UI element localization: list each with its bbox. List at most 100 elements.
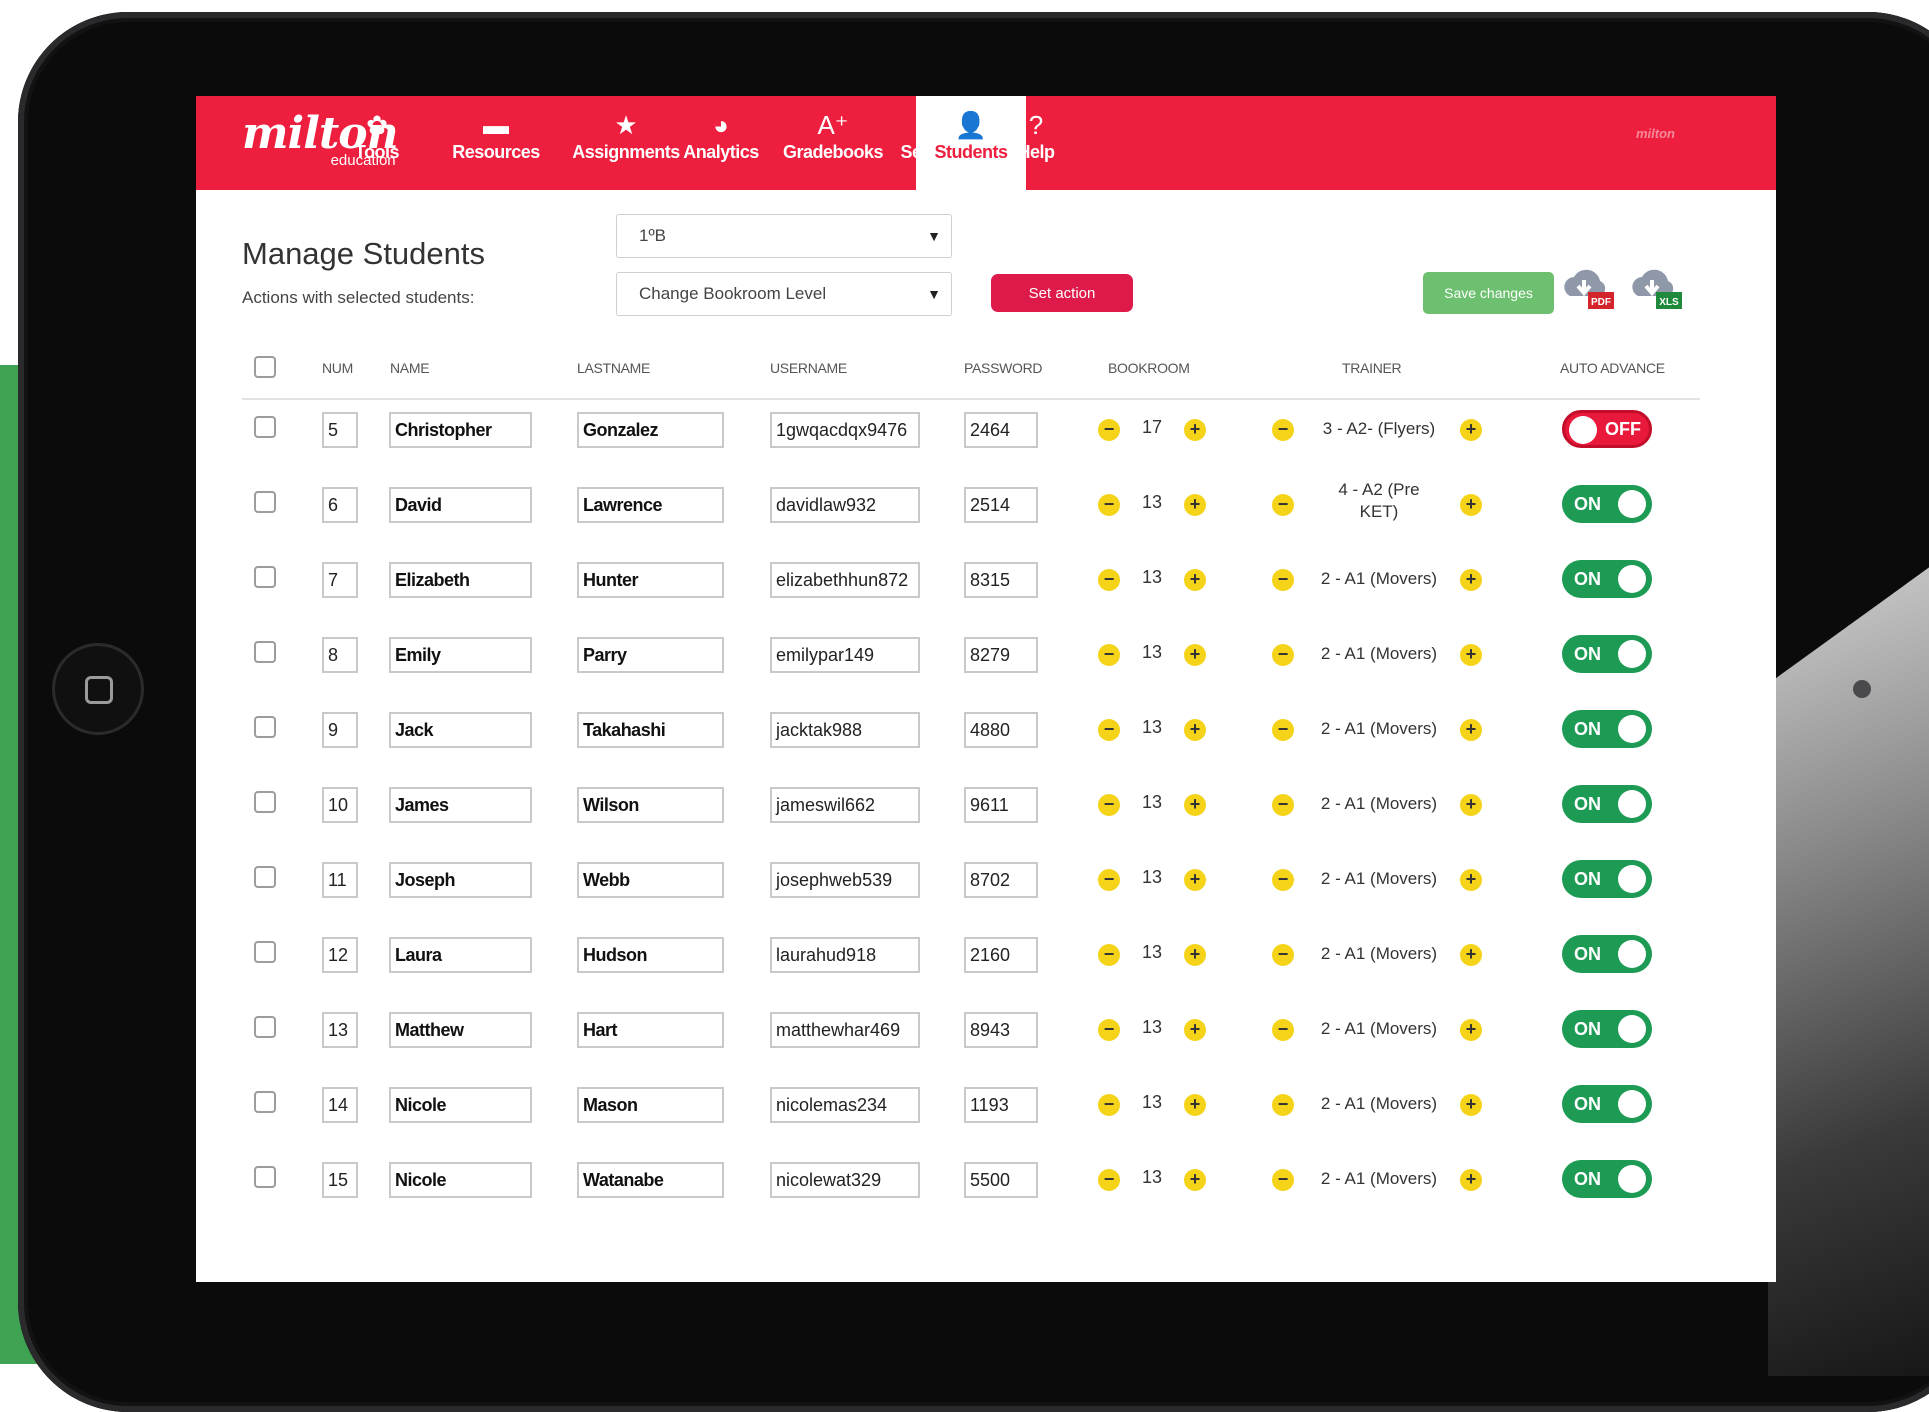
nav-assignments[interactable]: ★ Assignments	[566, 110, 686, 190]
num-field[interactable]: 7	[322, 562, 358, 598]
trainer-plus-icon[interactable]: +	[1460, 944, 1482, 966]
trainer-plus-icon[interactable]: +	[1460, 569, 1482, 591]
trainer-minus-icon[interactable]: −	[1272, 1094, 1294, 1116]
action-select[interactable]: Change Bookroom Level ▼	[616, 272, 952, 316]
lastname-field[interactable]: Hart	[577, 1012, 724, 1048]
username-field[interactable]: emilypar149	[770, 637, 920, 673]
auto-advance-toggle[interactable]: ON	[1562, 1010, 1652, 1048]
num-field[interactable]: 14	[322, 1087, 358, 1123]
trainer-minus-icon[interactable]: −	[1272, 494, 1294, 516]
bookroom-plus-icon[interactable]: +	[1184, 1169, 1206, 1191]
nav-help[interactable]: ? Help	[1006, 110, 1066, 190]
bookroom-plus-icon[interactable]: +	[1184, 794, 1206, 816]
bookroom-plus-icon[interactable]: +	[1184, 419, 1206, 441]
bookroom-minus-icon[interactable]: −	[1098, 644, 1120, 666]
password-field[interactable]: 2160	[964, 937, 1038, 973]
username-field[interactable]: nicolewat329	[770, 1162, 920, 1198]
lastname-field[interactable]: Hudson	[577, 937, 724, 973]
nav-resources[interactable]: ▬ Resources	[451, 110, 541, 190]
nav-gradebooks[interactable]: A⁺ Gradebooks	[778, 110, 888, 190]
name-field[interactable]: David	[389, 487, 532, 523]
name-field[interactable]: Christopher	[389, 412, 532, 448]
save-changes-button[interactable]: Save changes	[1423, 272, 1554, 314]
auto-advance-toggle[interactable]: ON	[1562, 485, 1652, 523]
lastname-field[interactable]: Gonzalez	[577, 412, 724, 448]
row-checkbox[interactable]	[254, 941, 276, 963]
password-field[interactable]: 8943	[964, 1012, 1038, 1048]
bookroom-plus-icon[interactable]: +	[1184, 869, 1206, 891]
trainer-minus-icon[interactable]: −	[1272, 944, 1294, 966]
name-field[interactable]: James	[389, 787, 532, 823]
row-checkbox[interactable]	[254, 416, 276, 438]
name-field[interactable]: Joseph	[389, 862, 532, 898]
download-xls-icon[interactable]: XLS	[1628, 266, 1684, 312]
bookroom-plus-icon[interactable]: +	[1184, 944, 1206, 966]
bookroom-plus-icon[interactable]: +	[1184, 644, 1206, 666]
password-field[interactable]: 9611	[964, 787, 1038, 823]
trainer-plus-icon[interactable]: +	[1460, 644, 1482, 666]
trainer-plus-icon[interactable]: +	[1460, 1019, 1482, 1041]
bookroom-minus-icon[interactable]: −	[1098, 494, 1120, 516]
name-field[interactable]: Emily	[389, 637, 532, 673]
auto-advance-toggle[interactable]: OFF	[1562, 410, 1652, 448]
lastname-field[interactable]: Webb	[577, 862, 724, 898]
password-field[interactable]: 8702	[964, 862, 1038, 898]
select-all-checkbox[interactable]	[254, 356, 276, 378]
lastname-field[interactable]: Takahashi	[577, 712, 724, 748]
auto-advance-toggle[interactable]: ON	[1562, 860, 1652, 898]
bookroom-minus-icon[interactable]: −	[1098, 794, 1120, 816]
bookroom-plus-icon[interactable]: +	[1184, 1094, 1206, 1116]
auto-advance-toggle[interactable]: ON	[1562, 560, 1652, 598]
name-field[interactable]: Nicole	[389, 1087, 532, 1123]
password-field[interactable]: 5500	[964, 1162, 1038, 1198]
bookroom-plus-icon[interactable]: +	[1184, 494, 1206, 516]
bookroom-minus-icon[interactable]: −	[1098, 569, 1120, 591]
name-field[interactable]: Elizabeth	[389, 562, 532, 598]
row-checkbox[interactable]	[254, 1166, 276, 1188]
lastname-field[interactable]: Lawrence	[577, 487, 724, 523]
auto-advance-toggle[interactable]: ON	[1562, 710, 1652, 748]
name-field[interactable]: Jack	[389, 712, 532, 748]
username-field[interactable]: davidlaw932	[770, 487, 920, 523]
num-field[interactable]: 11	[322, 862, 358, 898]
username-field[interactable]: josephweb539	[770, 862, 920, 898]
username-field[interactable]: elizabethhun872	[770, 562, 920, 598]
lastname-field[interactable]: Wilson	[577, 787, 724, 823]
class-select[interactable]: 1ºB ▼	[616, 214, 952, 258]
username-field[interactable]: matthewhar469	[770, 1012, 920, 1048]
row-checkbox[interactable]	[254, 566, 276, 588]
username-field[interactable]: jacktak988	[770, 712, 920, 748]
password-field[interactable]: 4880	[964, 712, 1038, 748]
trainer-plus-icon[interactable]: +	[1460, 419, 1482, 441]
row-checkbox[interactable]	[254, 866, 276, 888]
trainer-minus-icon[interactable]: −	[1272, 569, 1294, 591]
trainer-minus-icon[interactable]: −	[1272, 719, 1294, 741]
auto-advance-toggle[interactable]: ON	[1562, 635, 1652, 673]
row-checkbox[interactable]	[254, 1091, 276, 1113]
trainer-minus-icon[interactable]: −	[1272, 794, 1294, 816]
trainer-plus-icon[interactable]: +	[1460, 794, 1482, 816]
trainer-plus-icon[interactable]: +	[1460, 494, 1482, 516]
num-field[interactable]: 12	[322, 937, 358, 973]
set-action-button[interactable]: Set action	[991, 274, 1133, 312]
trainer-minus-icon[interactable]: −	[1272, 869, 1294, 891]
bookroom-minus-icon[interactable]: −	[1098, 1094, 1120, 1116]
home-button[interactable]	[52, 643, 144, 735]
trainer-plus-icon[interactable]: +	[1460, 1169, 1482, 1191]
trainer-plus-icon[interactable]: +	[1460, 719, 1482, 741]
bookroom-minus-icon[interactable]: −	[1098, 869, 1120, 891]
num-field[interactable]: 13	[322, 1012, 358, 1048]
trainer-minus-icon[interactable]: −	[1272, 419, 1294, 441]
username-field[interactable]: jameswil662	[770, 787, 920, 823]
username-field[interactable]: nicolemas234	[770, 1087, 920, 1123]
nav-tools[interactable]: ✿ Tools	[347, 110, 407, 190]
num-field[interactable]: 15	[322, 1162, 358, 1198]
username-field[interactable]: 1gwqacdqx9476	[770, 412, 920, 448]
password-field[interactable]: 8279	[964, 637, 1038, 673]
bookroom-minus-icon[interactable]: −	[1098, 1169, 1120, 1191]
bookroom-plus-icon[interactable]: +	[1184, 1019, 1206, 1041]
auto-advance-toggle[interactable]: ON	[1562, 1160, 1652, 1198]
row-checkbox[interactable]	[254, 491, 276, 513]
trainer-plus-icon[interactable]: +	[1460, 869, 1482, 891]
auto-advance-toggle[interactable]: ON	[1562, 1085, 1652, 1123]
